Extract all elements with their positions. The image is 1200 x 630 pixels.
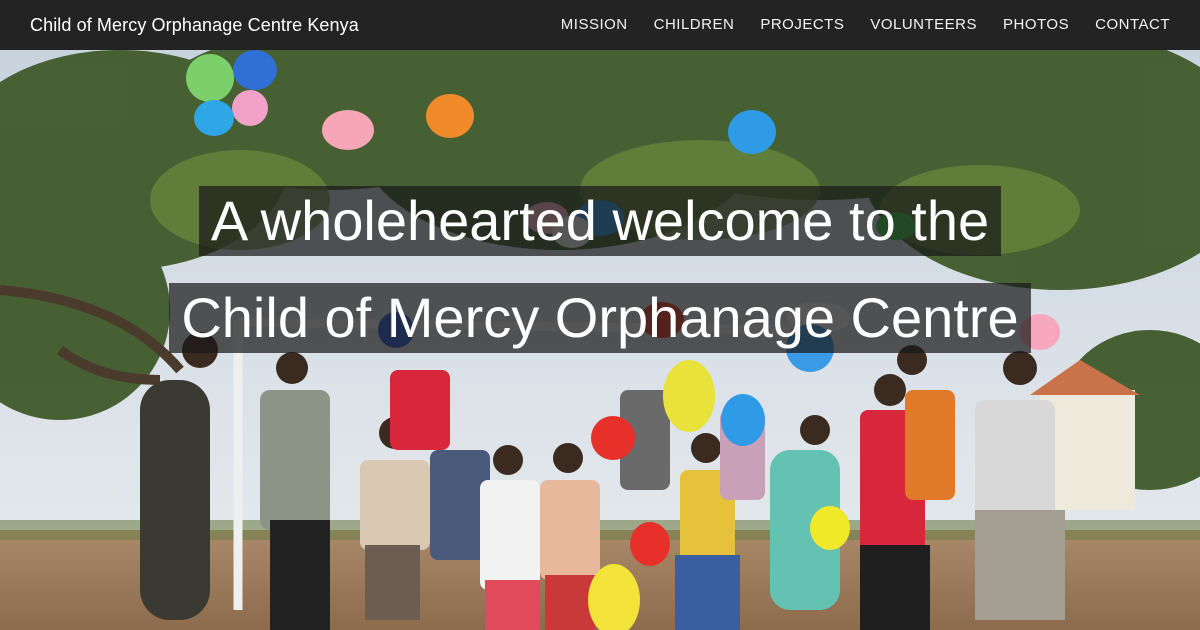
top-navbar: Child of Mercy Orphanage Centre Kenya MI…	[0, 0, 1200, 50]
site-brand-link[interactable]: Child of Mercy Orphanage Centre Kenya	[30, 15, 359, 36]
nav-link-projects[interactable]: PROJECTS	[760, 16, 844, 33]
hero-headline-text-2: Child of Mercy Orphanage Centre	[169, 283, 1031, 353]
nav-link-mission[interactable]: MISSION	[561, 16, 628, 33]
nav-link-volunteers[interactable]: VOLUNTEERS	[870, 16, 977, 33]
hero-section: A wholehearted welcome to the Child of M…	[0, 50, 1200, 630]
nav-link-photos[interactable]: PHOTOS	[1003, 16, 1069, 33]
nav-menu: MISSION CHILDREN PROJECTS VOLUNTEERS PHO…	[561, 16, 1170, 34]
hero-headline-text-1: A wholehearted welcome to the	[198, 186, 1002, 256]
hero-headline-line1: A wholehearted welcome to the	[0, 186, 1200, 256]
hero-headline-line2: Child of Mercy Orphanage Centre	[0, 283, 1200, 353]
nav-link-contact[interactable]: CONTACT	[1095, 16, 1170, 33]
nav-link-children[interactable]: CHILDREN	[654, 16, 735, 33]
